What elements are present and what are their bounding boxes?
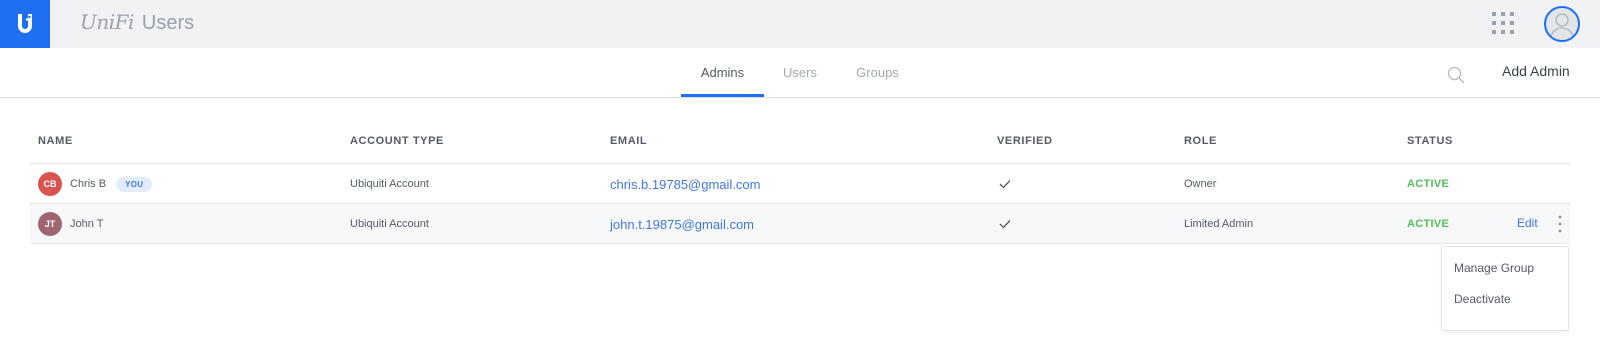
row-avatar: CB [38,172,62,196]
column-header-account-type[interactable]: ACCOUNT TYPE [350,118,444,164]
app-title: Users [141,12,195,34]
checkmark-icon [999,220,1011,229]
admins-table: NAME ACCOUNT TYPE EMAIL VERIFIED ROLE ST… [30,118,1570,244]
table-row[interactable]: CB Chris B YOU Ubiquiti Account chris.b.… [30,164,1570,204]
more-options-icon[interactable] [1555,214,1565,234]
row-actions-menu: Manage Group Deactivate [1441,246,1569,331]
table-header: NAME ACCOUNT TYPE EMAIL VERIFIED ROLE ST… [30,118,1570,164]
user-avatar[interactable] [1544,6,1580,42]
status-badge: ACTIVE [1407,178,1450,190]
role-cell: Owner [1184,178,1217,190]
column-header-email[interactable]: EMAIL [610,118,647,164]
brand-name: UniFi [80,10,134,34]
tabs-bar: Admins Users Groups [0,48,1600,98]
search-icon[interactable] [1447,66,1465,84]
table-row[interactable]: JT John T Ubiquiti Account john.t.19875@… [30,204,1570,244]
menu-item-deactivate[interactable]: Deactivate [1454,292,1511,306]
name-cell: CB Chris B YOU [38,164,153,204]
ubiquiti-u-icon [18,14,32,33]
account-type-cell: Ubiquiti Account [350,218,429,230]
tab-groups[interactable]: Groups [845,48,910,98]
tab-users[interactable]: Users [770,48,830,98]
add-admin-button[interactable]: Add Admin [1502,63,1570,79]
name-cell: JT John T [38,204,103,244]
role-cell: Limited Admin [1184,218,1254,230]
row-avatar: JT [38,212,62,236]
edit-button[interactable]: Edit [1517,216,1538,230]
active-tab-indicator [681,94,764,97]
ubiquiti-logo[interactable] [0,0,50,48]
verified-cell [999,204,1011,244]
user-name: John T [70,218,104,230]
column-header-verified[interactable]: VERIFIED [997,118,1053,164]
checkmark-icon [999,180,1011,189]
user-name: Chris B [70,178,107,190]
menu-item-manage-group[interactable]: Manage Group [1454,261,1534,275]
tab-admins[interactable]: Admins [681,48,764,98]
status-badge: ACTIVE [1407,218,1450,230]
verified-cell [999,164,1011,204]
email-link[interactable]: chris.b.19785@gmail.com [610,164,760,204]
apps-grid-icon[interactable] [1492,12,1514,34]
column-header-status[interactable]: STATUS [1407,118,1453,164]
column-header-role[interactable]: ROLE [1184,118,1217,164]
app-brand: UniFi Users [80,10,194,38]
you-badge: YOU [116,176,153,192]
user-silhouette-icon [1550,13,1574,39]
email-link[interactable]: john.t.19875@gmail.com [610,204,754,244]
column-header-name[interactable]: NAME [38,118,73,164]
top-bar: UniFi Users [0,0,1600,48]
account-type-cell: Ubiquiti Account [350,178,429,190]
